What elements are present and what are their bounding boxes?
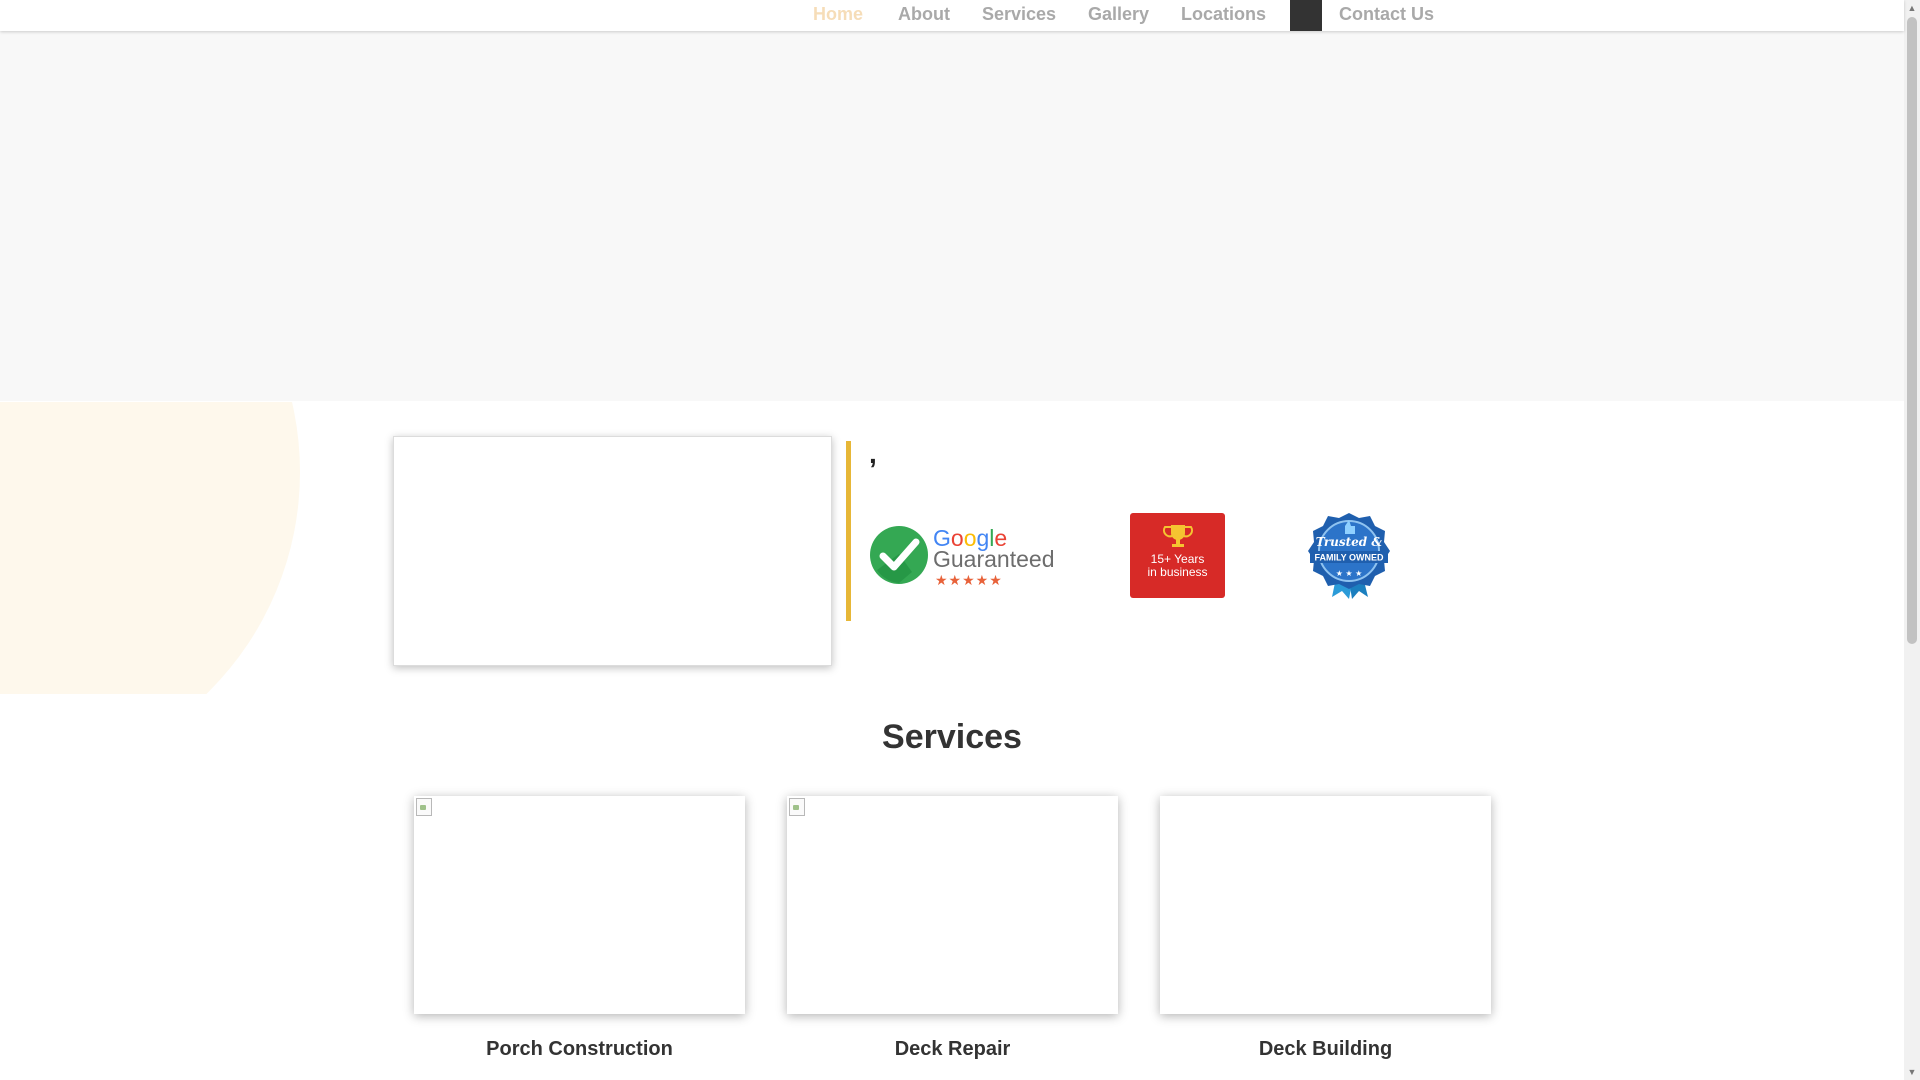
broken-image-icon <box>416 798 432 816</box>
nav-home[interactable]: Home <box>813 0 863 28</box>
hero-section <box>0 31 1904 401</box>
about-image <box>393 436 832 666</box>
trophy-icon <box>1162 525 1193 547</box>
services-heading: Services <box>882 718 1022 756</box>
accent-bar <box>846 441 851 621</box>
scroll-down-arrow-icon[interactable]: ▼ <box>1904 1064 1920 1080</box>
service-card-deck-repair[interactable] <box>787 796 1118 1014</box>
family-line-1: Trusted & <box>1316 535 1383 549</box>
page-scrollbar[interactable]: ▲ ▼ <box>1904 0 1920 1080</box>
service-label-porch-construction[interactable]: Porch Construction <box>414 1038 745 1061</box>
family-stars: ★ ★ ★ <box>1336 569 1363 578</box>
about-text: , <box>869 438 877 469</box>
nav-about[interactable]: About <box>898 0 950 28</box>
rating-stars: ★★★★★ <box>935 573 1003 588</box>
check-circle-icon <box>870 526 928 584</box>
scrollbar-thumb[interactable] <box>1907 17 1917 644</box>
nav-locations[interactable]: Locations <box>1181 0 1266 28</box>
broken-image-icon <box>789 798 805 816</box>
service-label-deck-repair[interactable]: Deck Repair <box>787 1038 1118 1061</box>
service-card-porch-construction[interactable] <box>414 796 745 1014</box>
google-guaranteed-badge: Google Guaranteed ★★★★★ <box>870 525 1054 588</box>
nav-services[interactable]: Services <box>982 0 1056 28</box>
years-in-business-badge: 15+ Years in business <box>1130 513 1225 598</box>
years-line-2: in business <box>1147 565 1208 579</box>
guaranteed-word: Guaranteed <box>933 546 1054 572</box>
nav-dark-block[interactable] <box>1290 0 1322 31</box>
decorative-blob <box>0 402 350 694</box>
nav-contact-us[interactable]: Contact Us <box>1339 0 1434 28</box>
scroll-up-arrow-icon[interactable]: ▲ <box>1904 0 1920 16</box>
top-nav: Home About Services Gallery Locations Co… <box>0 0 1904 31</box>
family-line-2: FAMILY OWNED <box>1314 553 1384 563</box>
blob-circle <box>0 402 300 694</box>
family-owned-badge: Trusted & FAMILY OWNED ★ ★ ★ <box>1308 513 1390 599</box>
service-label-deck-building[interactable]: Deck Building <box>1160 1038 1491 1061</box>
service-card-deck-building[interactable] <box>1160 796 1491 1014</box>
nav-gallery[interactable]: Gallery <box>1088 0 1149 28</box>
